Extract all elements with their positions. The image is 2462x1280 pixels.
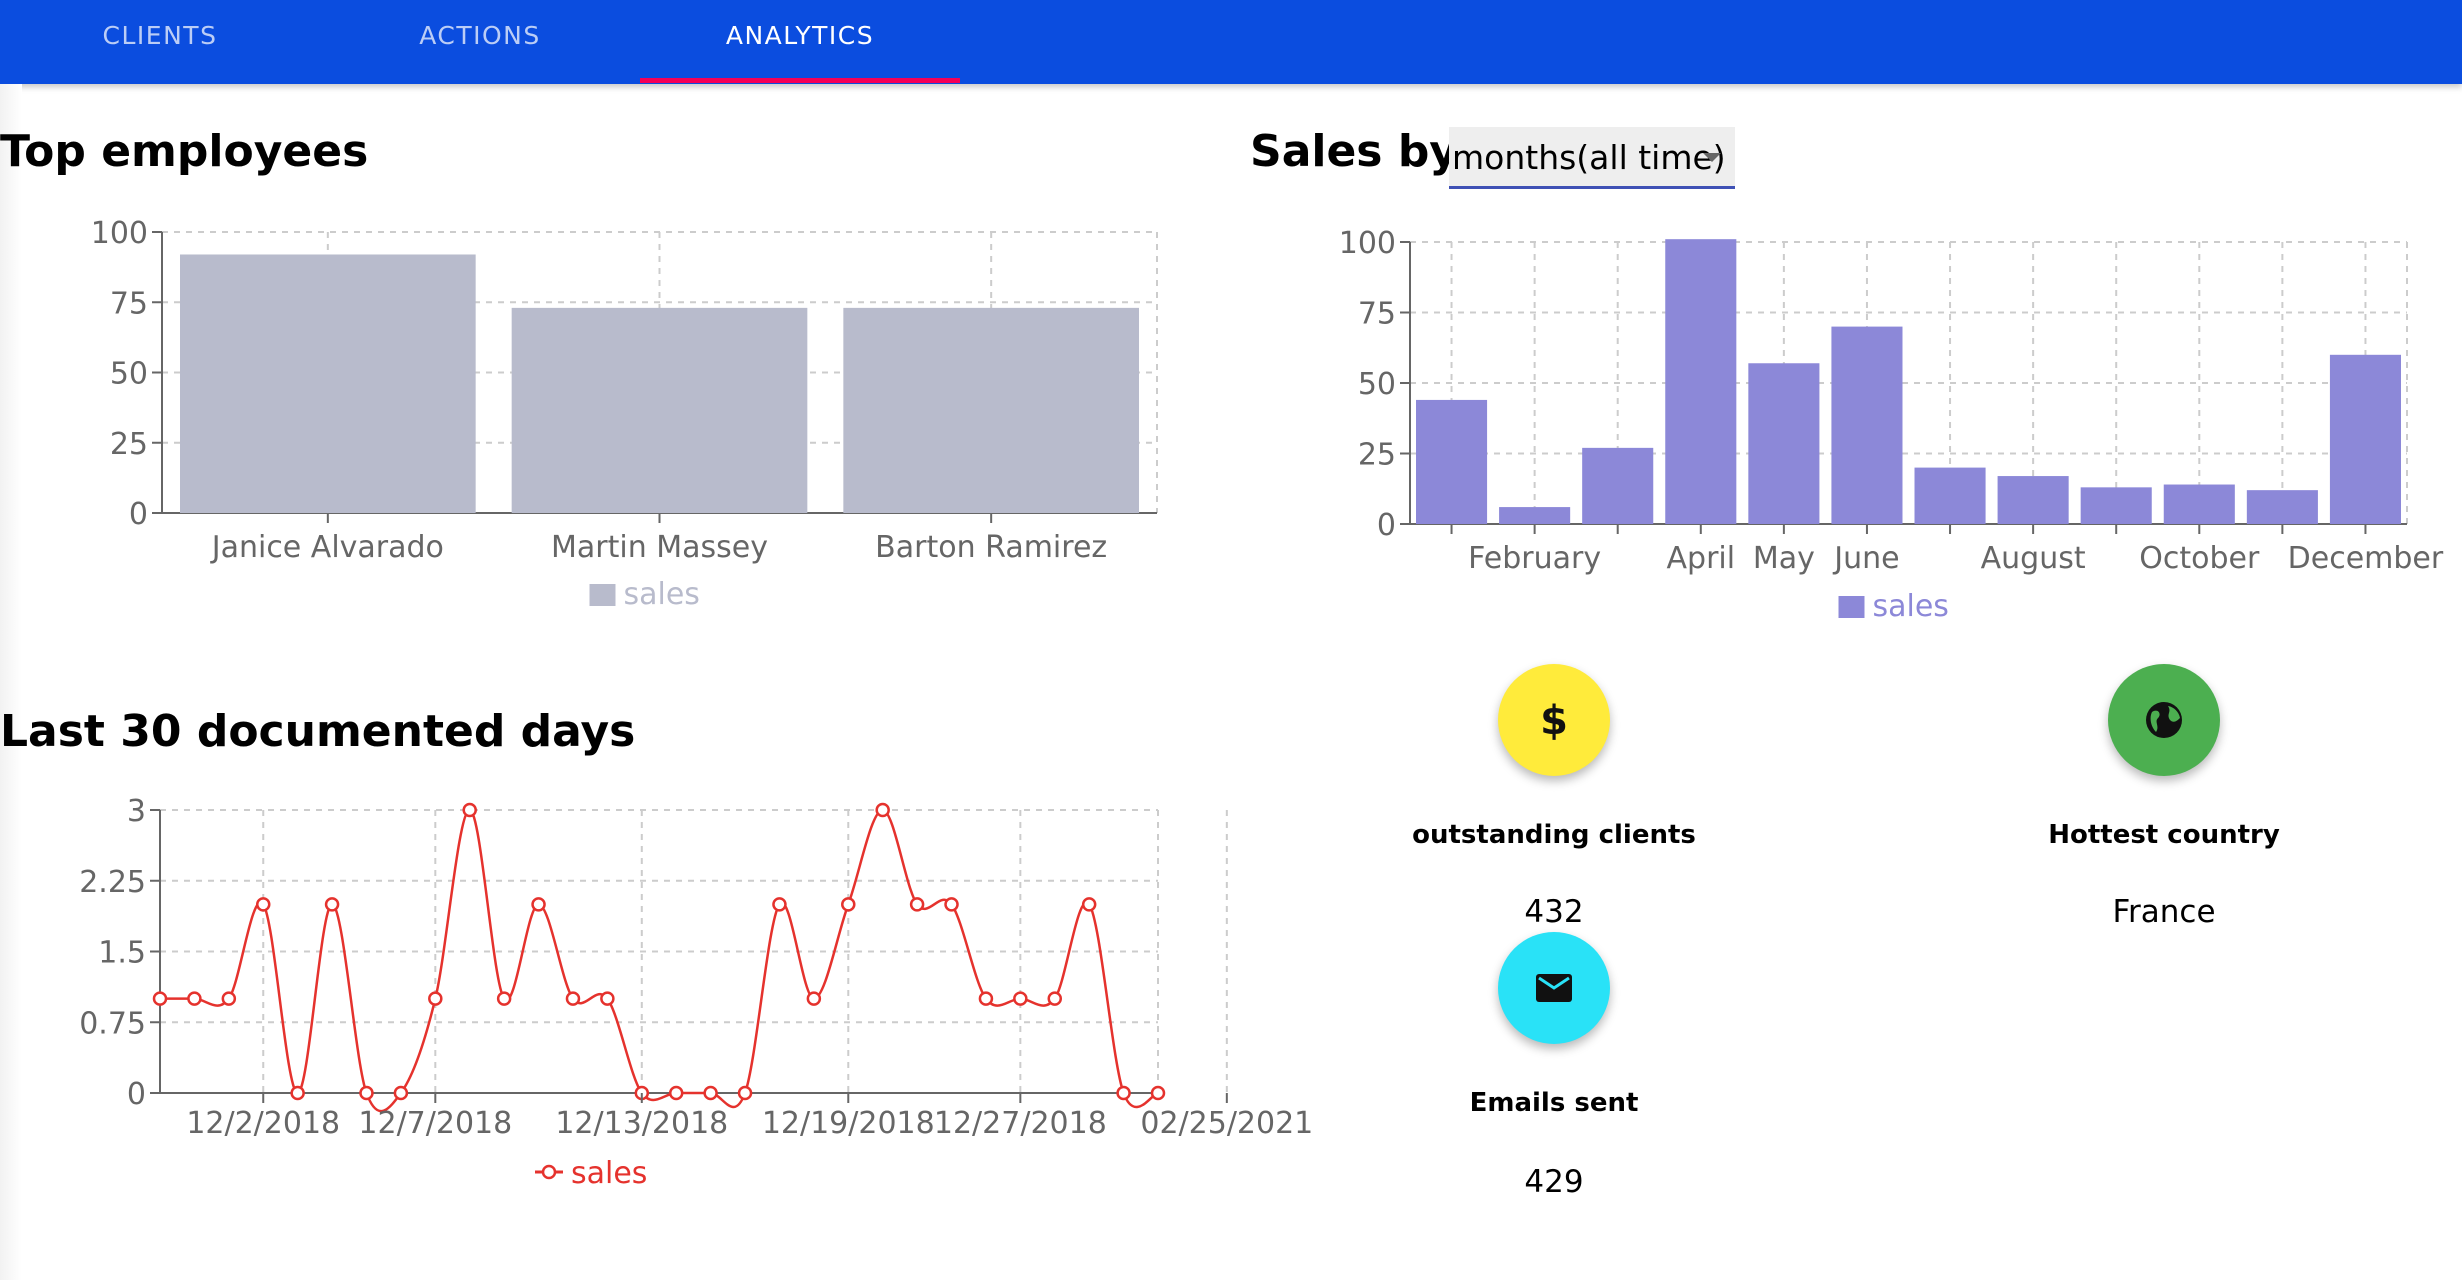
sales-by-bar <box>1831 326 1903 524</box>
emails-sent-label: Emails sent <box>1469 1088 1639 1118</box>
top-employees-legend-swatch <box>589 584 616 606</box>
last-30-days-ytick-label: 3 <box>127 794 146 829</box>
top-employees-xtick-label: Janice Alvarado <box>210 530 444 565</box>
emails-sent-badge <box>1498 932 1610 1044</box>
last-30-days-point <box>531 897 546 912</box>
last-30-days-line <box>160 808 1159 1113</box>
top-employees-xtick-label: Martin Massey <box>551 530 768 565</box>
hottest-country-value: France <box>2112 894 2216 930</box>
last-30-days-point <box>359 1085 374 1101</box>
last-30-days-point <box>737 1085 753 1101</box>
sales-by-xtick-label: August <box>1981 541 2086 576</box>
sales-by-bar <box>1914 467 1986 524</box>
last-30-days-point <box>1116 1085 1131 1101</box>
last-30-days-ytick-label: 0 <box>127 1077 146 1112</box>
last-30-days-xtick-label: 12/2/2018 <box>186 1106 340 1141</box>
last-30-days-point <box>393 1085 409 1101</box>
emails-sent-value: 429 <box>1524 1164 1584 1200</box>
top-employees-ytick-label: 0 <box>129 497 148 532</box>
last-30-days-point <box>944 897 959 912</box>
last-30-days-point <box>841 897 856 912</box>
last-30-days-point <box>428 991 443 1006</box>
top-employees-ytick-label: 75 <box>110 286 148 321</box>
top-employees-bar <box>511 307 808 513</box>
sales-by-xtick-label: May <box>1753 541 1815 576</box>
last-30-days-point <box>909 897 925 912</box>
sales-by-xtick-label: December <box>2288 541 2444 576</box>
sales-by-bar <box>2329 354 2401 524</box>
last-30-days-ytick-label: 2.25 <box>79 865 146 900</box>
sales-by-xtick-label: April <box>1667 541 1736 576</box>
last-30-days-point <box>668 1085 684 1101</box>
last-30-days-ytick-label: 0.75 <box>79 1006 146 1041</box>
sales-by-bar <box>1416 399 1488 524</box>
last-30-days-point <box>978 991 994 1006</box>
sales-by-xtick-label: June <box>1832 541 1899 576</box>
last-30-days-xtick-label: 02/25/2021 <box>1140 1106 1313 1141</box>
last-30-days-point <box>1047 991 1063 1006</box>
last-30-days-point <box>1013 991 1028 1006</box>
last-30-days-point <box>772 897 787 912</box>
sales-by-bar <box>1499 507 1571 524</box>
sales-by-bar <box>1665 239 1737 524</box>
last-30-days-point <box>875 802 890 818</box>
hottest-country-badge <box>2108 664 2220 776</box>
charts-layer: 0 25 50 75 100 Janice Alvarado Martin Massey Ba… <box>79 216 2444 1191</box>
last-30-days-point <box>600 991 615 1006</box>
last-30-days-point <box>221 991 237 1006</box>
top-employees-legend-label: sales <box>624 577 700 612</box>
last-30-days-ytick-label: 1.5 <box>98 936 146 971</box>
sales-by-bar <box>2246 490 2318 524</box>
last-30-days-legend-marker <box>541 1164 557 1180</box>
last-30-days-point <box>806 991 822 1006</box>
last-30-days-legend-label: sales <box>571 1156 647 1191</box>
last-30-days-point <box>462 802 477 818</box>
sales-by-ytick-label: 100 <box>1339 226 1396 261</box>
top-employees-ytick-label: 100 <box>91 216 148 251</box>
last-30-days-xtick-label: 12/7/2018 <box>358 1106 512 1141</box>
sales-by-legend-label: sales <box>1873 589 1949 624</box>
globe-icon <box>2146 702 2182 738</box>
last-30-days-xtick-label: 12/13/2018 <box>555 1106 728 1141</box>
sales-by-bar <box>2080 487 2152 524</box>
last-30-days-point <box>1150 1085 1166 1101</box>
sales-by-ytick-label: 50 <box>1358 367 1396 402</box>
last-30-days-point <box>152 991 168 1006</box>
last-30-days-point <box>565 991 581 1006</box>
svg-text:$: $ <box>1540 698 1568 742</box>
sales-by-legend-swatch <box>1838 596 1865 618</box>
top-employees-ytick-label: 25 <box>110 427 148 462</box>
sales-by-bar <box>1997 476 2069 524</box>
last-30-days-point <box>255 897 271 912</box>
last-30-days-point <box>290 1085 305 1101</box>
sales-by-xtick-label: February <box>1468 541 1601 576</box>
top-employees-bar <box>180 254 476 514</box>
sales-by-bar <box>2163 484 2235 524</box>
last-30-days-point <box>324 897 340 912</box>
sales-by-ytick-label: 25 <box>1358 438 1396 473</box>
top-employees-ytick-label: 50 <box>110 357 148 392</box>
last-30-days-xtick-label: 12/19/2018 <box>762 1106 935 1141</box>
dollar-icon: $ <box>1540 698 1568 742</box>
outstanding-clients-badge: $ <box>1498 664 1610 776</box>
sales-by-bar <box>1582 447 1654 524</box>
last-30-days-point <box>187 991 202 1006</box>
last-30-days-point <box>496 991 512 1006</box>
outstanding-clients-label: outstanding clients <box>1412 820 1696 850</box>
sales-by-xtick-label: October <box>2139 541 2260 576</box>
top-employees-xtick-label: Barton Ramirez <box>875 530 1107 565</box>
hottest-country-label: Hottest country <box>2048 820 2280 850</box>
mail-icon <box>1536 974 1572 1002</box>
top-employees-bar <box>843 307 1139 513</box>
sales-by-ytick-label: 75 <box>1358 297 1396 332</box>
sales-by-bar <box>1748 363 1820 524</box>
last-30-days-point <box>1081 897 1097 912</box>
outstanding-clients-value: 432 <box>1524 894 1584 930</box>
sales-by-ytick-label: 0 <box>1377 508 1396 543</box>
last-30-days-xtick-label: 12/27/2018 <box>934 1106 1107 1141</box>
last-30-days-point <box>703 1085 718 1101</box>
